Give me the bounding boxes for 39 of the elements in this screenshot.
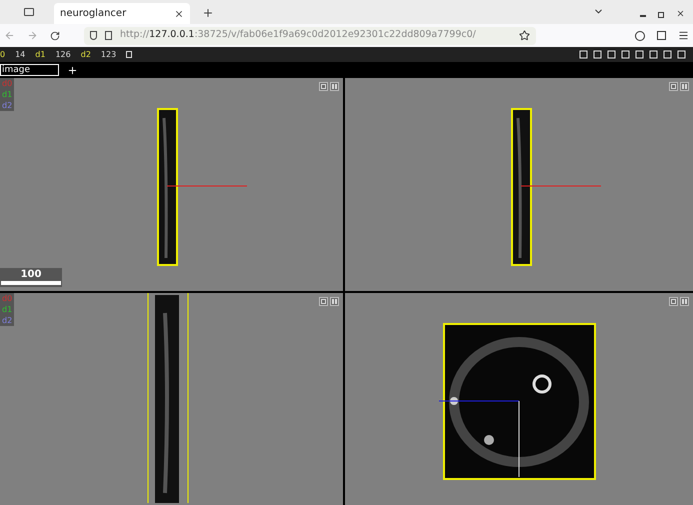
shield-icon: [90, 31, 97, 40]
tab-list-icon[interactable]: [24, 8, 34, 16]
maximize-icon[interactable]: [319, 296, 328, 306]
split-icon[interactable]: [680, 296, 689, 306]
star-icon[interactable]: [519, 30, 530, 41]
reload-icon[interactable]: [50, 30, 60, 40]
axis-label: d0: [2, 78, 12, 89]
address-field[interactable]: http://127.0.0.1:38725/v/fab06e1f9a69c0d2012e92301c22dd809a7799c0/: [84, 26, 536, 44]
scale-label: 100: [20, 268, 42, 281]
account-icon[interactable]: [635, 30, 645, 40]
close-window-icon[interactable]: [676, 9, 685, 18]
browser-tab[interactable]: neuroglancer: [54, 3, 190, 24]
dimension-label: d1: [35, 48, 46, 60]
split-icon[interactable]: [680, 82, 689, 91]
url-text: http://127.0.0.1:38725/v/fab06e1f9a69c0d2012e92301c22dd809a7799c0/: [120, 28, 476, 42]
axis-label: d1: [2, 304, 12, 314]
axis-label: d0: [2, 292, 12, 304]
layer-tab[interactable]: image: [0, 64, 59, 76]
maximize-icon[interactable]: [669, 296, 678, 306]
axis-label: d1: [2, 89, 12, 100]
dimension-label: d2: [80, 48, 91, 60]
maximize-window-icon[interactable]: [658, 12, 664, 18]
maximize-icon[interactable]: [669, 82, 678, 91]
layout-icon[interactable]: [330, 296, 339, 306]
tab-title: neuroglancer: [60, 7, 126, 21]
add-layer-icon[interactable]: [67, 64, 78, 76]
close-icon[interactable]: [174, 8, 184, 18]
axis-label: d2: [2, 314, 12, 326]
dimension-label: 0: [0, 48, 6, 60]
maximize-icon[interactable]: [319, 82, 328, 91]
menu-icon[interactable]: [678, 30, 689, 41]
split-icon[interactable]: [330, 82, 339, 91]
page-icon: [105, 31, 112, 40]
new-tab-icon[interactable]: [202, 7, 214, 19]
dimension-value[interactable]: 123: [100, 48, 116, 60]
copy-icon[interactable]: [126, 51, 132, 58]
dimension-value[interactable]: 126: [55, 48, 71, 60]
dimension-value[interactable]: 14: [15, 48, 26, 60]
axis-label: d2: [2, 100, 12, 111]
